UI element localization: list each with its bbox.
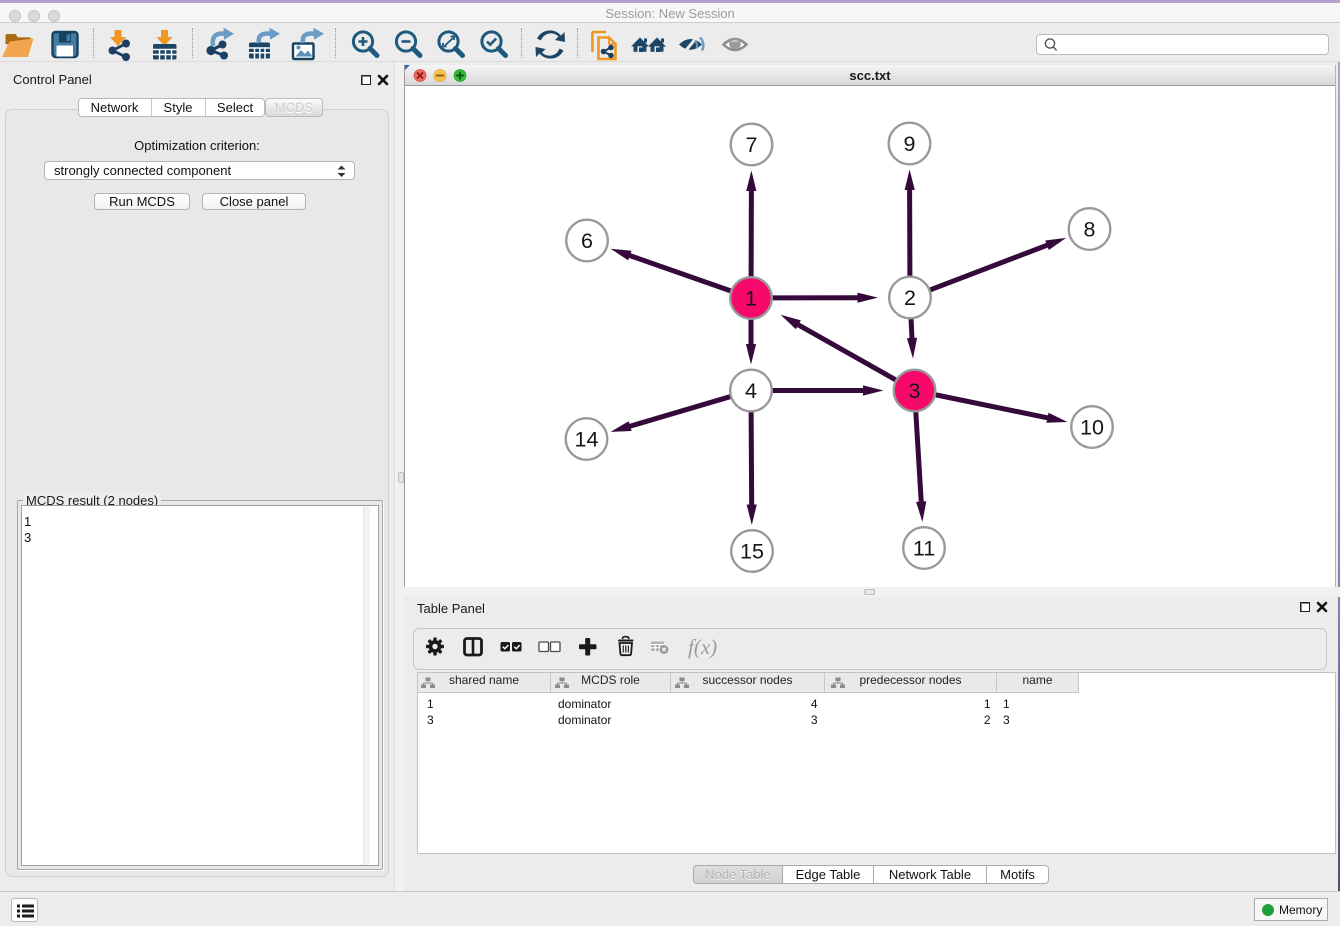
svg-text:1: 1 [745,287,757,311]
svg-text:14: 14 [575,428,599,452]
svg-text:10: 10 [1080,416,1104,440]
svg-text:11: 11 [913,537,935,561]
svg-text:9: 9 [904,132,916,156]
svg-text:3: 3 [909,379,921,403]
svg-text:f(x): f(x) [688,635,717,659]
svg-text:6: 6 [581,229,593,253]
svg-text:4: 4 [745,379,757,403]
svg-text:7: 7 [746,133,758,157]
svg-text:Memory: Memory [1279,903,1322,917]
svg-text:15: 15 [740,540,764,564]
svg-text:8: 8 [1084,218,1096,242]
svg-text:2: 2 [904,286,916,310]
